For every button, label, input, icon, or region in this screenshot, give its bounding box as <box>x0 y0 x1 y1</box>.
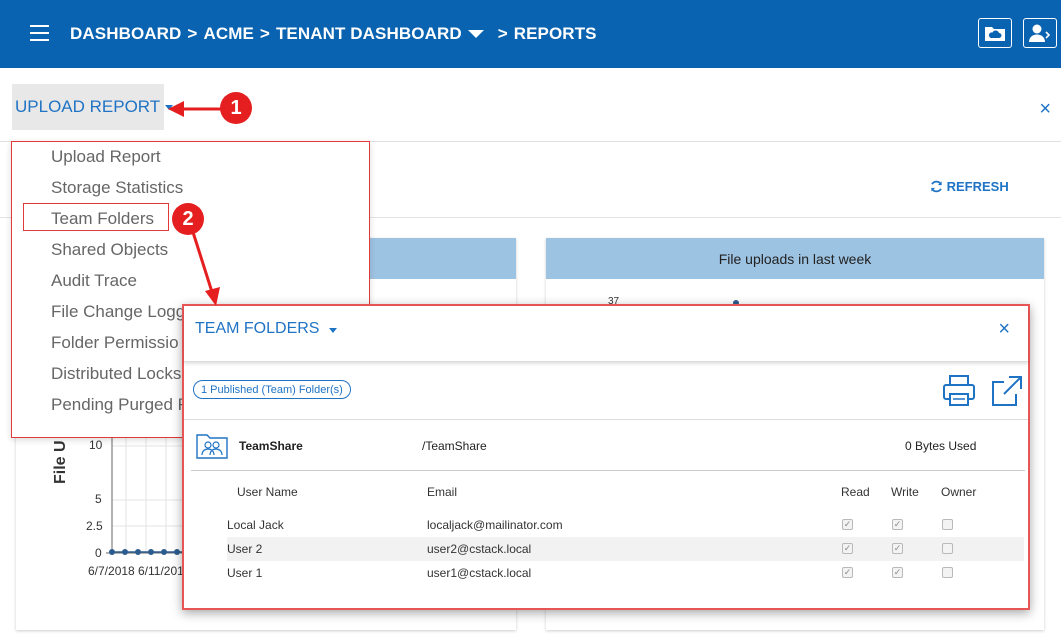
arrow-head <box>205 287 220 306</box>
arrow-head <box>168 101 184 117</box>
annotation-arrows <box>168 101 224 306</box>
annotation-marker-2: 2 <box>172 203 204 235</box>
annotation-marker-1: 1 <box>220 92 252 124</box>
